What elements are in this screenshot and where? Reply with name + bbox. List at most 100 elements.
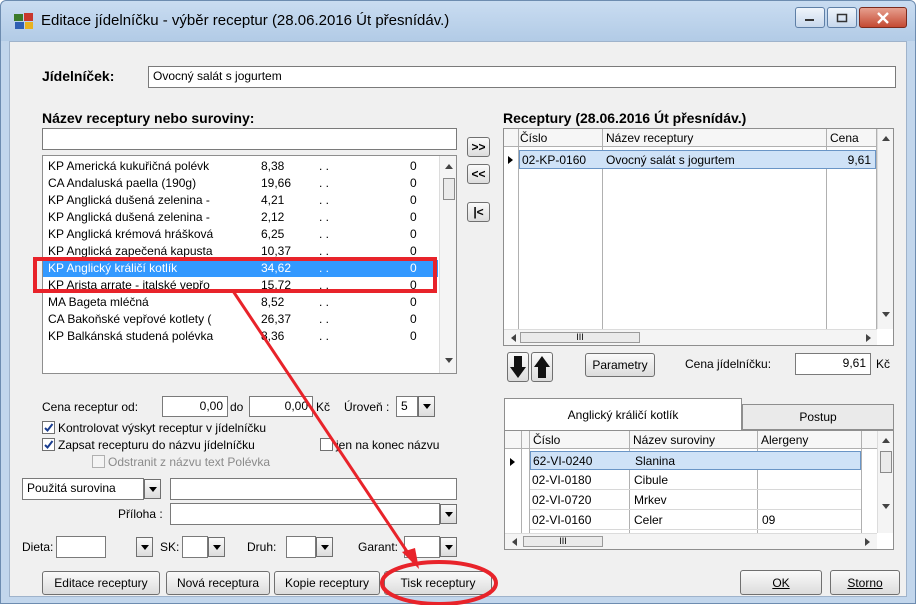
minimize-button[interactable] [795,7,825,28]
list-item[interactable]: KP Anglická dušená zelenina - 2,12 . . 0 [43,209,438,226]
suroviny-grid[interactable]: Číslo Název suroviny Alergeny 62-VI-0240… [504,430,894,550]
hscroll-thumb[interactable]: III [523,536,603,547]
list-item-count: 0 [410,244,417,258]
list-item-dots: . . [319,227,330,241]
first-recipe-button[interactable]: |< [467,202,490,222]
pouzita-surovina-select[interactable]: Použitá surovina [22,478,144,500]
scroll-thumb[interactable] [443,178,455,200]
receptury-search-input[interactable] [42,128,457,150]
list-item[interactable]: KP Balkánská studená polévka 8,36 . . 0 [43,328,438,345]
receptury-grid[interactable]: Číslo Název receptury Cena 02-KP-0160 Ov… [503,128,894,346]
hscroll-thumb[interactable]: III [520,332,640,343]
col-nazev-receptury[interactable]: Název receptury [606,131,693,145]
suroviny-grid-hscroll[interactable]: III [505,533,877,549]
list-item[interactable]: CA Bakoňské vepřové kotlety (26,37 . . 0 [43,311,438,328]
pouzita-surovina-input[interactable] [170,478,457,500]
move-down-button[interactable] [507,352,529,382]
cena-jidelnicku-field: 9,61 [795,353,871,375]
kc-label: Kč [316,400,331,414]
scroll-left-icon[interactable] [509,535,521,549]
app-icon [14,13,33,29]
scroll-down-icon[interactable] [878,309,894,321]
dieta-dropdown[interactable] [136,537,153,557]
ok-button[interactable]: OK [740,570,822,595]
scroll-up-icon[interactable] [878,133,894,145]
table-row[interactable]: 02-VI-0180 Cibule [530,471,861,490]
list-item[interactable]: MA Bageta mléčná 8,52 . . 0 [43,294,438,311]
maximize-button[interactable] [827,7,857,28]
cena-do-label: do [230,400,244,414]
chevron-down-icon [444,544,453,550]
kontrolovat-checkbox[interactable] [42,421,55,434]
kopie-receptury-button[interactable]: Kopie receptury [274,571,380,595]
suroviny-grid-vscroll[interactable] [877,431,893,533]
priloha-select[interactable] [170,503,440,525]
scroll-down-icon[interactable] [878,501,894,513]
storno-button[interactable]: Storno [830,570,900,595]
col-cislo[interactable]: Číslo [520,131,547,145]
sk-dropdown[interactable] [208,537,225,557]
tab-receptura[interactable]: Anglický králičí kotlík [504,398,742,430]
receptury-grid-hscroll[interactable]: III [504,329,877,345]
table-row[interactable]: 02-VI-0720 Mrkev [530,491,861,510]
list-item[interactable]: CA Andaluská paella (190g) 19,66 . . 0 [43,175,438,192]
col-alergeny[interactable]: Alergeny [761,433,808,447]
list-item-dots: . . [319,176,330,190]
garant-dropdown[interactable] [440,537,457,557]
col-nazev-suroviny[interactable]: Název suroviny [633,433,715,447]
scroll-down-icon[interactable] [440,354,457,368]
title-bar: Editace jídelníčku - výběr receptur (28.… [1,1,915,41]
zapsat-checkbox[interactable] [42,438,55,451]
editace-receptury-button[interactable]: Editace receptury [42,571,160,595]
sk-select[interactable] [182,536,208,558]
scroll-up-icon[interactable] [878,435,894,447]
list-item-count: 0 [410,295,417,309]
checkmark-icon [44,423,54,433]
col-cislo[interactable]: Číslo [533,433,560,447]
uroven-dropdown[interactable] [418,396,435,417]
receptury-list-scrollbar[interactable] [439,156,457,373]
nova-receptura-button[interactable]: Nová receptura [166,571,270,595]
table-row[interactable]: 62-VI-0240 Slanina [530,451,861,470]
table-row[interactable]: 02-KP-0160 Ovocný salát s jogurtem 9,61 [519,150,876,169]
uroven-select[interactable]: 5 [396,396,418,417]
cena-od-input[interactable]: 0,00 [162,396,228,417]
row-code: 02-VI-0160 [532,513,592,527]
scroll-thumb[interactable] [880,451,892,473]
druh-dropdown[interactable] [316,537,333,557]
col-cena[interactable]: Cena [830,131,859,145]
dieta-select[interactable] [56,536,106,558]
odstranit-checkbox[interactable] [92,455,105,468]
list-item-price: 8,38 [261,159,285,173]
remove-recipe-button[interactable]: << [467,164,490,184]
cena-do-input[interactable]: 0,00 [249,396,313,417]
scroll-left-icon[interactable] [508,331,520,345]
jidelnicek-field[interactable]: Ovocný salát s jogurtem [148,66,896,88]
scroll-right-icon[interactable] [861,535,873,549]
jen-konec-label: jen na konec názvu [336,438,440,452]
scroll-right-icon[interactable] [862,331,874,345]
receptury-grid-vscroll[interactable] [877,129,893,329]
add-recipe-button[interactable]: >> [467,137,490,157]
move-up-button[interactable] [531,352,553,382]
priloha-label: Příloha : [118,507,163,521]
jen-konec-checkbox[interactable] [320,438,333,451]
pouzita-surovina-dropdown[interactable] [144,479,161,499]
list-item[interactable]: KP Anglická krémová hrášková 6,25 . . 0 [43,226,438,243]
list-item-count: 0 [410,329,417,343]
parametry-button[interactable]: Parametry [585,353,655,377]
priloha-dropdown[interactable] [440,504,457,524]
tisk-receptury-button[interactable]: Tisk receptury [384,571,492,595]
row-code: 62-VI-0240 [533,454,593,468]
uroven-label: Úroveň : [344,400,390,414]
tab-postup[interactable]: Postup [742,404,894,430]
druh-select[interactable] [286,536,316,558]
row-nazev: Ovocný salát s jogurtem [606,153,735,167]
list-item[interactable]: KP Americká kukuřičná polévk 8,38 . . 0 [43,158,438,175]
garant-select[interactable] [404,536,440,558]
list-item[interactable]: KP Anglická dušená zelenina - 4,21 . . 0 [43,192,438,209]
scroll-up-icon[interactable] [440,160,457,174]
close-button[interactable] [859,7,907,28]
table-row[interactable]: 02-VI-0160 Celer 09 [530,511,861,530]
list-item-dots: . . [319,312,330,326]
